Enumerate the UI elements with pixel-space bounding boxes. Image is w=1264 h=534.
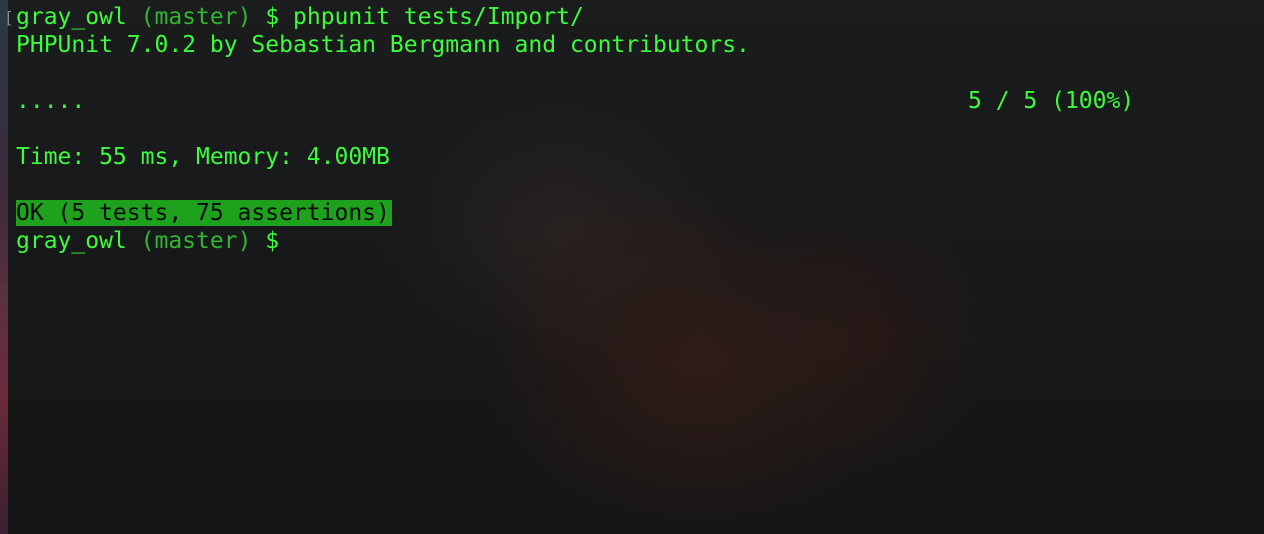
prompt-symbol: $: [265, 228, 280, 254]
time-memory-line: Time: 55 ms, Memory: 4.00MB: [16, 144, 390, 170]
prompt-symbol: $: [265, 4, 280, 30]
prompt-branch: (master): [140, 228, 252, 254]
progress-dots: .....: [16, 88, 86, 114]
command-text: phpunit tests/Import/: [293, 4, 584, 30]
window-edge: [0, 0, 8, 534]
ok-status-badge: OK (5 tests, 75 assertions): [16, 200, 392, 226]
result-line: OK (5 tests, 75 assertions): [16, 199, 392, 227]
prompt-user: gray_owl: [16, 228, 127, 254]
prompt-branch: (master): [140, 4, 252, 30]
active-prompt-line[interactable]: gray_owl (master) $: [16, 227, 279, 255]
progress-count: 5 / 5 (100%): [968, 88, 1135, 114]
command-line: gray_owl (master) $ phpunit tests/Import…: [16, 3, 584, 31]
prompt-user: gray_owl: [16, 4, 127, 30]
version-line: PHPUnit 7.0.2 by Sebastian Bergmann and …: [16, 32, 750, 58]
bracket-marker: [: [4, 8, 14, 27]
terminal-window[interactable]: [ gray_owl (master) $ phpunit tests/Impo…: [0, 0, 1264, 534]
